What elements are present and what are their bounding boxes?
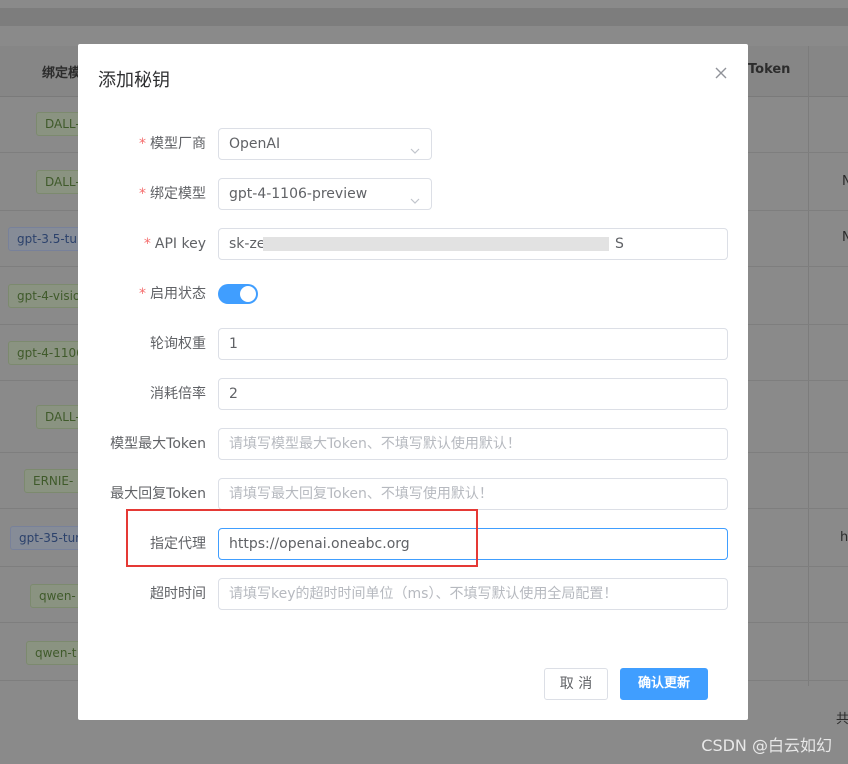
rate-label: 消耗倍率 (150, 386, 206, 402)
status-label: * 启用状态 (139, 286, 206, 302)
watermark: CSDN @白云如幻 (701, 736, 832, 755)
edge-text: N (842, 174, 848, 189)
footer-text: 共 (836, 712, 848, 727)
toggle-knob (240, 286, 256, 302)
api-key-label: * API key (143, 236, 206, 252)
api-key-input[interactable]: sk-ze S (218, 228, 728, 260)
model-value: gpt-4-1106-preview (229, 186, 368, 202)
max-token-label: 模型最大Token (110, 436, 206, 452)
weight-input[interactable]: 1 (218, 328, 728, 360)
max-token-field: 模型最大Token 请填写模型最大Token、不填写默认使用默认！ (78, 428, 748, 460)
weight-label: 轮询权重 (150, 336, 206, 352)
timeout-field: 超时时间 请填写key的超时时间单位（ms）、不填写默认使用全局配置！ (78, 578, 748, 610)
add-key-dialog: 添加秘钥 * 模型厂商 OpenAI * 绑定模型 gpt-4-1106-previ… (78, 44, 748, 720)
top-band (0, 8, 848, 26)
max-reply-token-placeholder: 请填写最大回复Token、不填写使用默认！ (229, 486, 493, 502)
model-select[interactable]: gpt-4-1106-preview (218, 178, 432, 210)
model-field: * 绑定模型 gpt-4-1106-preview (78, 178, 748, 210)
model-tag: qwen- (30, 584, 85, 608)
max-reply-token-input[interactable]: 请填写最大回复Token、不填写使用默认！ (218, 478, 728, 510)
edge-text: N (842, 230, 848, 245)
api-key-field: * API key sk-ze S (78, 228, 748, 260)
vendor-value: OpenAI (229, 136, 281, 152)
confirm-update-button[interactable]: 确认更新 (620, 668, 708, 700)
required-mark: * (139, 136, 146, 152)
max-token-placeholder: 请填写模型最大Token、不填写默认使用默认！ (229, 436, 521, 452)
redaction-blur (263, 237, 609, 251)
vendor-label: * 模型厂商 (139, 136, 206, 152)
vendor-select[interactable]: OpenAI (218, 128, 432, 160)
max-token-input[interactable]: 请填写模型最大Token、不填写默认使用默认！ (218, 428, 728, 460)
api-key-value-end: S (615, 236, 624, 252)
header-cell-token: Token (748, 62, 791, 77)
weight-field: 轮询权重 1 (78, 328, 748, 360)
close-icon[interactable] (714, 66, 730, 82)
chevron-down-icon (409, 138, 421, 159)
chevron-down-icon (409, 188, 421, 209)
rate-input[interactable]: 2 (218, 378, 728, 410)
rate-field: 消耗倍率 2 (78, 378, 748, 410)
vendor-field: * 模型厂商 OpenAI (78, 128, 748, 160)
timeout-label: 超时时间 (150, 586, 206, 602)
model-label: * 绑定模型 (139, 186, 206, 202)
highlight-box (126, 509, 478, 567)
required-mark: * (143, 236, 151, 252)
timeout-input[interactable]: 请填写key的超时时间单位（ms）、不填写默认使用全局配置！ (218, 578, 728, 610)
header-cell-model: 绑定模 (42, 66, 82, 81)
status-toggle[interactable] (218, 284, 258, 304)
required-mark: * (139, 186, 146, 202)
status-field: * 启用状态 (78, 278, 748, 310)
cancel-button[interactable]: 取 消 (544, 668, 608, 700)
model-tag: qwen-t (26, 641, 86, 665)
timeout-placeholder: 请填写key的超时时间单位（ms）、不填写默认使用全局配置！ (229, 586, 618, 602)
max-reply-token-field: 最大回复Token 请填写最大回复Token、不填写使用默认！ (78, 478, 748, 510)
model-tag: ERNIE- (24, 469, 83, 493)
edge-text: h (840, 530, 848, 545)
api-key-value-start: sk-ze (229, 236, 266, 252)
dialog-title: 添加秘钥 (98, 70, 170, 91)
required-mark: * (139, 286, 146, 302)
max-reply-token-label: 最大回复Token (110, 486, 206, 502)
